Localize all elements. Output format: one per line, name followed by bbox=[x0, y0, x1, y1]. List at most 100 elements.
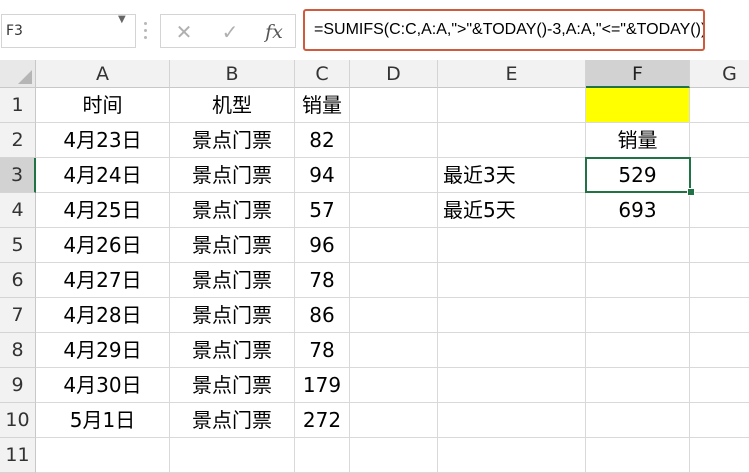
cell-a8[interactable]: 4月29日 bbox=[36, 333, 170, 368]
cell-a4[interactable]: 4月25日 bbox=[36, 193, 170, 228]
cell-c6[interactable]: 78 bbox=[295, 263, 350, 298]
cell-f11[interactable] bbox=[586, 438, 690, 473]
column-header-e[interactable]: E bbox=[438, 60, 586, 88]
cell-d6[interactable] bbox=[350, 263, 438, 298]
cell-b2[interactable]: 景点门票 bbox=[170, 123, 295, 158]
cell-c4[interactable]: 57 bbox=[295, 193, 350, 228]
x-icon[interactable]: ✕ bbox=[171, 19, 197, 45]
cell-f6[interactable] bbox=[586, 263, 690, 298]
cell-g2[interactable] bbox=[690, 123, 749, 158]
cell-e3[interactable]: 最近3天 bbox=[438, 158, 586, 193]
cell-g11[interactable] bbox=[690, 438, 749, 473]
cell-c10[interactable]: 272 bbox=[295, 403, 350, 438]
cell-b5[interactable]: 景点门票 bbox=[170, 228, 295, 263]
row-header-2[interactable]: 2 bbox=[0, 123, 36, 158]
cell-e9[interactable] bbox=[438, 368, 586, 403]
column-header-b[interactable]: B bbox=[170, 60, 295, 88]
cell-a9[interactable]: 4月30日 bbox=[36, 368, 170, 403]
cell-b10[interactable]: 景点门票 bbox=[170, 403, 295, 438]
cell-f4[interactable]: 693 bbox=[586, 193, 690, 228]
row-header-11[interactable]: 11 bbox=[0, 438, 36, 473]
row-header-7[interactable]: 7 bbox=[0, 298, 36, 333]
column-header-g[interactable]: G bbox=[690, 60, 749, 88]
cell-d3[interactable] bbox=[350, 158, 438, 193]
cell-g4[interactable] bbox=[690, 193, 749, 228]
column-header-a[interactable]: A bbox=[36, 60, 170, 88]
cell-g1[interactable] bbox=[690, 88, 749, 123]
cell-e4[interactable]: 最近5天 bbox=[438, 193, 586, 228]
cell-g6[interactable] bbox=[690, 263, 749, 298]
cell-f10[interactable] bbox=[586, 403, 690, 438]
cell-b7[interactable]: 景点门票 bbox=[170, 298, 295, 333]
row-header-3[interactable]: 3 bbox=[0, 158, 36, 193]
cell-d10[interactable] bbox=[350, 403, 438, 438]
cell-b6[interactable]: 景点门票 bbox=[170, 263, 295, 298]
drag-handle-icon[interactable] bbox=[144, 22, 148, 42]
row-header-1[interactable]: 1 bbox=[0, 88, 36, 123]
cell-d8[interactable] bbox=[350, 333, 438, 368]
cell-f7[interactable] bbox=[586, 298, 690, 333]
cell-g8[interactable] bbox=[690, 333, 749, 368]
cell-g7[interactable] bbox=[690, 298, 749, 333]
cell-e1[interactable] bbox=[438, 88, 586, 123]
formula-input[interactable]: =SUMIFS(C:C,A:A,">"&TODAY()-3,A:A,"<="&T… bbox=[303, 9, 705, 51]
cell-a11[interactable] bbox=[36, 438, 170, 473]
cell-e10[interactable] bbox=[438, 403, 586, 438]
cell-f5[interactable] bbox=[586, 228, 690, 263]
cell-f8[interactable] bbox=[586, 333, 690, 368]
column-header-c[interactable]: C bbox=[295, 60, 350, 88]
cell-d9[interactable] bbox=[350, 368, 438, 403]
cell-a6[interactable]: 4月27日 bbox=[36, 263, 170, 298]
cell-d5[interactable] bbox=[350, 228, 438, 263]
cell-g9[interactable] bbox=[690, 368, 749, 403]
cell-g10[interactable] bbox=[690, 403, 749, 438]
row-header-6[interactable]: 6 bbox=[0, 263, 36, 298]
row-header-10[interactable]: 10 bbox=[0, 403, 36, 438]
check-icon[interactable]: ✓ bbox=[217, 19, 243, 45]
cell-f2[interactable]: 销量 bbox=[586, 123, 690, 158]
cell-b1[interactable]: 机型 bbox=[170, 88, 295, 123]
cell-g5[interactable] bbox=[690, 228, 749, 263]
cell-e6[interactable] bbox=[438, 263, 586, 298]
cell-b3[interactable]: 景点门票 bbox=[170, 158, 295, 193]
cell-f3[interactable]: 529 bbox=[586, 158, 690, 193]
cell-d11[interactable] bbox=[350, 438, 438, 473]
cell-b9[interactable]: 景点门票 bbox=[170, 368, 295, 403]
cell-b4[interactable]: 景点门票 bbox=[170, 193, 295, 228]
cell-e5[interactable] bbox=[438, 228, 586, 263]
cell-c9[interactable]: 179 bbox=[295, 368, 350, 403]
cell-e2[interactable] bbox=[438, 123, 586, 158]
cell-a2[interactable]: 4月23日 bbox=[36, 123, 170, 158]
cell-a7[interactable]: 4月28日 bbox=[36, 298, 170, 333]
cell-b8[interactable]: 景点门票 bbox=[170, 333, 295, 368]
cell-c8[interactable]: 78 bbox=[295, 333, 350, 368]
row-header-4[interactable]: 4 bbox=[0, 193, 36, 228]
row-header-8[interactable]: 8 bbox=[0, 333, 36, 368]
row-header-9[interactable]: 9 bbox=[0, 368, 36, 403]
name-box[interactable]: F3 bbox=[1, 14, 136, 48]
cell-d1[interactable] bbox=[350, 88, 438, 123]
cell-f9[interactable] bbox=[586, 368, 690, 403]
cell-d4[interactable] bbox=[350, 193, 438, 228]
cell-g3[interactable] bbox=[690, 158, 749, 193]
cell-a3[interactable]: 4月24日 bbox=[36, 158, 170, 193]
cell-c2[interactable]: 82 bbox=[295, 123, 350, 158]
fill-handle[interactable] bbox=[687, 188, 695, 196]
cell-a5[interactable]: 4月26日 bbox=[36, 228, 170, 263]
cell-e11[interactable] bbox=[438, 438, 586, 473]
cell-c1[interactable]: 销量 bbox=[295, 88, 350, 123]
cell-b11[interactable] bbox=[170, 438, 295, 473]
cell-c3[interactable]: 94 bbox=[295, 158, 350, 193]
cell-d2[interactable] bbox=[350, 123, 438, 158]
cell-a1[interactable]: 时间 bbox=[36, 88, 170, 123]
cell-e7[interactable] bbox=[438, 298, 586, 333]
select-all-button[interactable] bbox=[0, 60, 36, 88]
cell-a10[interactable]: 5月1日 bbox=[36, 403, 170, 438]
cell-f1[interactable] bbox=[586, 88, 690, 123]
cell-c7[interactable]: 86 bbox=[295, 298, 350, 333]
cell-c11[interactable] bbox=[295, 438, 350, 473]
fx-icon[interactable]: fx bbox=[261, 19, 287, 45]
column-header-d[interactable]: D bbox=[350, 60, 438, 88]
cell-c5[interactable]: 96 bbox=[295, 228, 350, 263]
cell-d7[interactable] bbox=[350, 298, 438, 333]
